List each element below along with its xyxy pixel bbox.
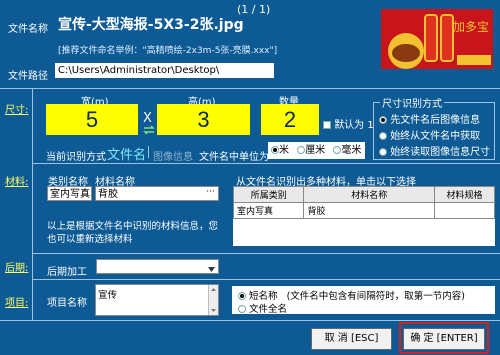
material-note: 以上是根据文件名中识别的材料信息，您也可以重新选择材料 <box>47 221 219 245</box>
file-path-field[interactable]: C:\Users\Administrator\Desktop\ <box>55 63 274 78</box>
method-divider <box>148 146 149 158</box>
cell-category: 室内写真 <box>232 202 305 219</box>
post-section-label: 后期: <box>5 263 29 274</box>
material-section-label: 材料: <box>5 177 29 188</box>
project-short-desc: (文件名中包含有间隔符时，取第一节内容) <box>286 291 465 302</box>
project-full-label: 文件全名 <box>249 304 288 315</box>
method-image[interactable]: 图像信息 <box>153 148 193 163</box>
material-table: 所属类别 材料名称 材料规格 室内写真 背胶 <box>232 186 496 219</box>
header-material: 材料名称 <box>303 186 435 203</box>
svg-text:加多宝: 加多宝 <box>453 20 489 34</box>
project-section-label: 项目: <box>5 298 29 309</box>
method-filename[interactable]: 文件名 <box>107 144 146 163</box>
height-input[interactable]: 3 <box>157 104 250 135</box>
recog-option-3-label: 始终读取图像信息尺寸 <box>390 147 491 158</box>
category-field[interactable]: 室内写真 <box>47 186 92 201</box>
width-input[interactable]: 5 <box>46 104 138 135</box>
material-browse-button[interactable]: ··· <box>203 187 218 200</box>
size-section-label: 尺寸: <box>5 105 29 116</box>
recog-option-1-label: 先文件名后图像信息 <box>390 115 481 126</box>
recog-option-2[interactable]: 始终从文件名中获取 <box>379 127 480 142</box>
swap-icon[interactable] <box>143 125 155 138</box>
recognition-group-title: 尺寸识别方式 <box>380 95 444 110</box>
project-short-option[interactable]: 短名称 (文件名中包含有间隔符时，取第一节内容) <box>238 288 465 302</box>
default-one-checkbox[interactable] <box>323 121 331 129</box>
unit-cm-radio[interactable] <box>297 146 306 154</box>
project-full-option[interactable]: 文件全名 <box>238 301 287 315</box>
quantity-input[interactable]: 2 <box>261 104 319 135</box>
divider-size <box>32 163 500 164</box>
project-option-group: 短名称 (文件名中包含有间隔符时，取第一节内容) 文件全名 <box>232 286 495 315</box>
recog-option-3[interactable]: 始终读取图像信息尺寸 <box>379 143 490 158</box>
default-one-option[interactable]: 默认为 1 <box>323 116 374 131</box>
recog-option-2-label: 始终从文件名中获取 <box>390 131 481 142</box>
table-row[interactable]: 室内写真 背胶 <box>232 202 496 219</box>
unit-meter-radio[interactable] <box>271 146 279 154</box>
poster-thumbnail: 加多宝 <box>381 9 493 69</box>
current-method-label: 当前识别方式 <box>46 152 106 163</box>
project-name-value: 宣传 <box>98 290 118 301</box>
file-name-label: 文件名称 <box>8 24 48 35</box>
header-category: 所属类别 <box>232 186 305 203</box>
project-scrollbar[interactable] <box>208 285 218 315</box>
recog-option-3-radio[interactable] <box>379 148 387 156</box>
recog-option-1[interactable]: 先文件名后图像信息 <box>379 111 480 126</box>
unit-cm: 厘米 <box>305 145 326 156</box>
chevron-down-icon[interactable] <box>208 264 215 275</box>
cell-spec <box>433 202 496 219</box>
naming-hint: [推荐文件命名举例："高精喷绘-2x3m-5张-亮膜.xxx"] <box>58 46 278 56</box>
multiply-sign: X <box>143 111 152 126</box>
project-name-field[interactable]: 宣传 <box>95 284 219 316</box>
unit-meter: 米 <box>279 145 289 156</box>
post-dropdown[interactable] <box>96 259 219 274</box>
project-full-radio[interactable] <box>238 305 246 313</box>
post-label: 后期加工 <box>47 267 87 278</box>
header-spec: 材料规格 <box>433 186 496 203</box>
project-short-radio[interactable] <box>238 292 246 300</box>
divider-left <box>32 88 33 320</box>
unit-label: 文件名中单位为 <box>199 152 269 163</box>
divider-post <box>32 279 500 280</box>
recog-option-1-radio[interactable] <box>379 116 387 124</box>
project-label: 项目名称 <box>47 298 87 309</box>
cell-material: 背胶 <box>303 202 435 219</box>
default-one-text: 默认为 1 <box>334 120 374 131</box>
divider-material <box>32 253 500 254</box>
file-name-value: 宣传-大型海报-5X3-2张.jpg <box>58 17 244 33</box>
cancel-button[interactable]: 取 消 [ESC] <box>311 328 392 350</box>
divider-bottom <box>0 320 500 321</box>
material-table-header: 所属类别 材料名称 材料规格 <box>232 186 496 203</box>
unit-mm: 毫米 <box>341 145 362 156</box>
material-field[interactable]: 背胶 <box>95 186 219 201</box>
unit-radio-group: 米 厘米 毫米 <box>268 142 365 159</box>
recog-option-2-radio[interactable] <box>379 132 387 140</box>
ok-button[interactable]: 确 定 [ENTER] <box>403 328 485 350</box>
material-table-container: 所属类别 材料名称 材料规格 室内写真 背胶 <box>232 186 496 246</box>
file-path-label: 文件路径 <box>8 71 48 82</box>
divider-top <box>0 88 500 89</box>
